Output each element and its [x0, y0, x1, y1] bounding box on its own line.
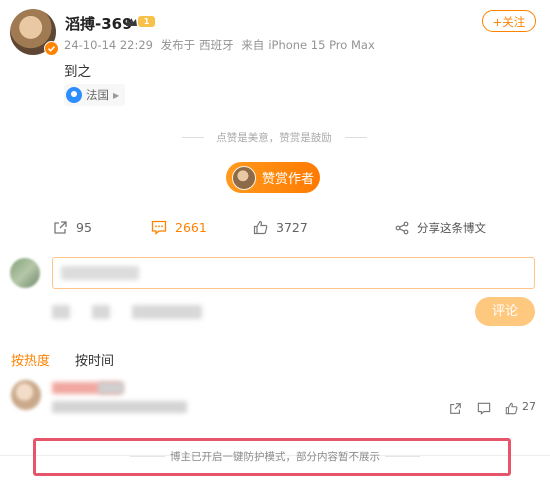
- repost-icon: [54, 221, 67, 234]
- tab-by-hot[interactable]: 按热度: [11, 350, 50, 369]
- location-label: 法国: [86, 88, 109, 102]
- repost-count: 95: [76, 220, 92, 235]
- reward-tip: 点赞是美意，赞赏是鼓励: [216, 132, 332, 144]
- reward-avatar: [232, 165, 256, 190]
- location-tag[interactable]: 法国 ▶: [64, 84, 126, 106]
- commenter-badge-blurred: [98, 382, 124, 394]
- like-button[interactable]: 3727: [253, 220, 308, 235]
- verified-badge-icon: [44, 41, 59, 56]
- post-text: 到之: [64, 64, 91, 80]
- source-label: 来自: [241, 38, 265, 52]
- share-icon: [395, 221, 409, 235]
- share-button[interactable]: 分享这条博文: [395, 220, 486, 236]
- map-pin-icon: [66, 87, 82, 103]
- repost-button[interactable]: 95: [53, 220, 92, 235]
- repost-checkbox-blurred[interactable]: [132, 305, 202, 319]
- share-label: 分享这条博文: [417, 221, 486, 235]
- current-user-avatar: [10, 258, 40, 288]
- comment-like-count: 27: [522, 400, 536, 413]
- divider-right: [345, 137, 367, 138]
- tab-by-time[interactable]: 按时间: [75, 350, 114, 369]
- post-meta: 24-10-14 22:29 发布于 西班牙 来自 iPhone 15 Pro Ma…: [64, 37, 379, 53]
- crown-icon: [125, 14, 138, 33]
- notice-highlight-box: [33, 438, 511, 476]
- comment-input[interactable]: [52, 257, 535, 289]
- published-location: 西班牙: [199, 38, 234, 52]
- comment-like-icon[interactable]: [505, 400, 518, 419]
- chevron-right-icon: ▶: [113, 90, 120, 100]
- commenter-avatar[interactable]: [11, 380, 41, 410]
- like-count: 3727: [276, 220, 308, 235]
- comment-count: 2661: [175, 220, 207, 235]
- divider-left: [182, 137, 204, 138]
- comment-repost-icon[interactable]: [449, 400, 462, 419]
- post-time[interactable]: 24-10-14 22:29: [64, 38, 153, 52]
- follow-button[interactable]: +关注: [482, 10, 536, 32]
- comment-icon: [151, 220, 167, 235]
- post-source: iPhone 15 Pro Max: [268, 38, 375, 52]
- reward-author-button[interactable]: 赞赏作者: [226, 162, 320, 193]
- submit-comment-button[interactable]: 评论: [475, 297, 535, 326]
- image-icon[interactable]: [92, 305, 110, 319]
- comment-text-blurred: [52, 401, 187, 413]
- level-badge: 1: [138, 16, 155, 27]
- reward-button-label: 赞赏作者: [262, 172, 315, 187]
- thumbs-up-icon: [253, 220, 268, 235]
- comment-button[interactable]: 2661: [151, 220, 207, 235]
- comment-placeholder-blurred: [61, 266, 139, 280]
- author-name[interactable]: 滔搏-369: [65, 13, 133, 34]
- published-label: 发布于: [160, 38, 196, 52]
- comment-reply-icon[interactable]: [477, 400, 491, 419]
- emoji-icon[interactable]: [52, 305, 70, 319]
